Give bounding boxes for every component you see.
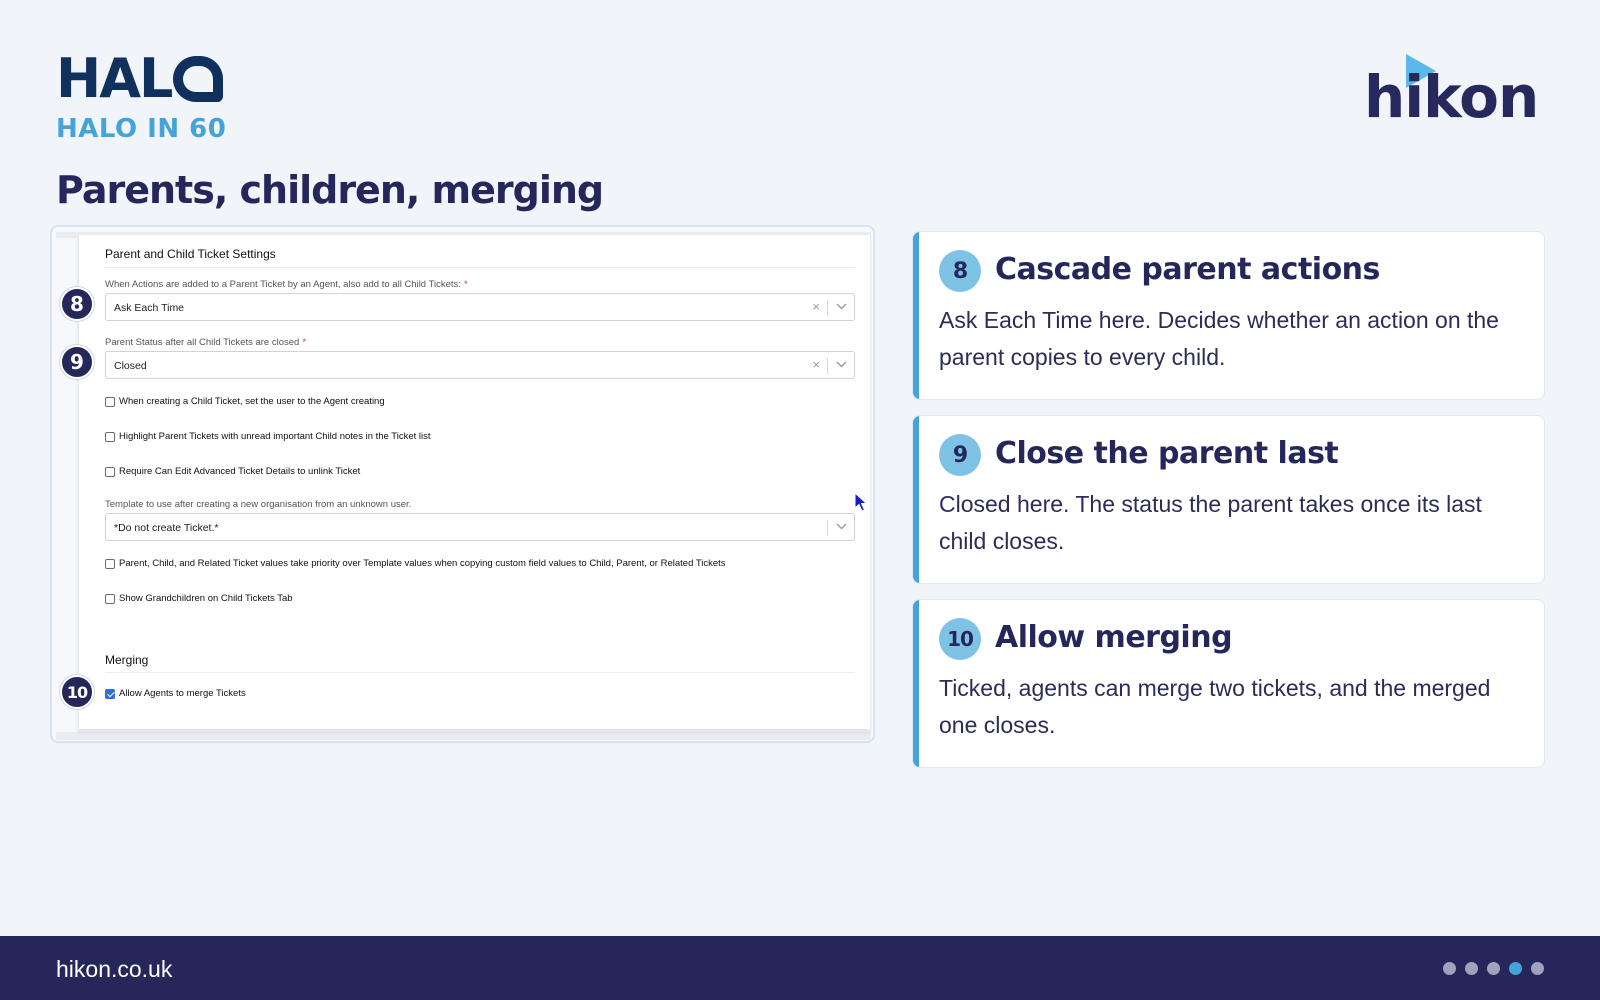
checkbox-label: Parent, Child, and Related Ticket values… bbox=[119, 558, 726, 569]
footer-bar: hikon.co.uk bbox=[0, 936, 1600, 1000]
checkbox-label: Require Can Edit Advanced Ticket Details… bbox=[119, 466, 361, 477]
callout-card-allow-merging: 10 Allow merging Ticked, agents can merg… bbox=[912, 599, 1545, 768]
pagination-dot[interactable] bbox=[1487, 962, 1500, 975]
checkbox[interactable] bbox=[105, 396, 115, 407]
step-badge-9: 9 bbox=[60, 345, 94, 379]
website-link[interactable]: hikon.co.uk bbox=[56, 956, 172, 983]
checkbox[interactable] bbox=[105, 431, 115, 442]
pagination-dot[interactable] bbox=[1443, 962, 1456, 975]
section-title-merging: Merging bbox=[105, 653, 149, 667]
settings-panel: Parent and Child Ticket Settings When Ac… bbox=[78, 235, 870, 729]
speech-bubble-icon bbox=[173, 56, 224, 102]
parent-status-label: Parent Status after all Child Tickets ar… bbox=[105, 337, 306, 348]
checkbox-row-priority[interactable]: Parent, Child, and Related Ticket values… bbox=[105, 558, 726, 569]
chevron-down-icon[interactable] bbox=[836, 361, 847, 368]
checkbox-row-require-edit[interactable]: Require Can Edit Advanced Ticket Details… bbox=[105, 466, 360, 477]
card-number-badge: 8 bbox=[939, 250, 981, 292]
clear-icon[interactable]: × bbox=[812, 357, 820, 372]
callout-card-close-parent: 9 Close the parent last Closed here. The… bbox=[912, 415, 1545, 584]
checkbox-row-grandchildren[interactable]: Show Grandchildren on Child Tickets Tab bbox=[105, 593, 293, 604]
cascade-actions-value: Ask Each Time bbox=[114, 302, 185, 314]
required-marker: * bbox=[463, 279, 468, 290]
checkbox-row-highlight[interactable]: Highlight Parent Tickets with unread imp… bbox=[105, 431, 431, 442]
pagination-dot[interactable] bbox=[1465, 962, 1478, 975]
template-label: Template to use after creating a new org… bbox=[105, 499, 412, 510]
card-title: Allow merging bbox=[995, 620, 1233, 655]
halo-subtitle: HALO IN 60 bbox=[56, 114, 227, 144]
parent-status-label-text: Parent Status after all Child Tickets ar… bbox=[105, 337, 300, 348]
section-title-parent-child: Parent and Child Ticket Settings bbox=[105, 247, 276, 261]
select-separator bbox=[827, 520, 828, 536]
hikon-wordmark: hikon bbox=[1364, 63, 1539, 131]
card-body: Ask Each Time here. Decides whether an a… bbox=[939, 307, 1499, 370]
page-title: Parents, children, merging bbox=[56, 168, 604, 212]
template-value: *Do not create Ticket.* bbox=[114, 522, 219, 534]
card-body: Closed here. The status the parent takes… bbox=[939, 491, 1482, 554]
card-accent-bar bbox=[913, 416, 919, 583]
card-title: Cascade parent actions bbox=[995, 252, 1380, 287]
step-badge-8: 8 bbox=[60, 287, 94, 321]
pagination-dot-active[interactable] bbox=[1509, 962, 1522, 975]
checkbox-label: Allow Agents to merge Tickets bbox=[119, 688, 246, 699]
parent-status-select[interactable]: Closed × bbox=[105, 351, 855, 379]
select-separator bbox=[827, 300, 828, 316]
section-divider bbox=[105, 672, 855, 673]
card-number-badge: 10 bbox=[939, 618, 981, 660]
chevron-down-icon[interactable] bbox=[836, 523, 847, 530]
card-accent-bar bbox=[913, 232, 919, 399]
template-select[interactable]: *Do not create Ticket.* bbox=[105, 513, 855, 541]
screenshot-bottom-band bbox=[56, 732, 871, 740]
mouse-pointer-icon bbox=[854, 492, 868, 512]
card-body: Ticked, agents can merge two tickets, an… bbox=[939, 675, 1491, 738]
halo-wordmark: HAL bbox=[56, 47, 226, 110]
required-marker: * bbox=[302, 337, 307, 348]
parent-status-value: Closed bbox=[114, 360, 147, 372]
card-title: Close the parent last bbox=[995, 436, 1339, 471]
checkbox-row-allow-merge[interactable]: Allow Agents to merge Tickets bbox=[105, 688, 246, 699]
section-divider bbox=[105, 267, 855, 268]
checkbox-row-user-agent[interactable]: When creating a Child Ticket, set the us… bbox=[105, 396, 385, 407]
checkbox-label: When creating a Child Ticket, set the us… bbox=[119, 396, 385, 407]
chevron-down-icon[interactable] bbox=[836, 303, 847, 310]
card-number-badge: 9 bbox=[939, 434, 981, 476]
halo-logo: HAL HALO IN 60 bbox=[56, 47, 227, 145]
checkbox-checked[interactable] bbox=[105, 688, 115, 699]
pagination-dots bbox=[1443, 962, 1544, 975]
clear-icon[interactable]: × bbox=[812, 299, 820, 314]
settings-screenshot: Parent and Child Ticket Settings When Ac… bbox=[50, 225, 875, 743]
cascade-actions-label: When Actions are added to a Parent Ticke… bbox=[105, 279, 468, 290]
cascade-actions-label-text: When Actions are added to a Parent Ticke… bbox=[105, 279, 461, 290]
select-separator bbox=[827, 358, 828, 374]
halo-wordmark-text: HAL bbox=[56, 47, 173, 110]
checkbox[interactable] bbox=[105, 466, 115, 477]
checkbox[interactable] bbox=[105, 593, 115, 604]
callout-card-cascade: 8 Cascade parent actions Ask Each Time h… bbox=[912, 231, 1545, 400]
checkbox[interactable] bbox=[105, 558, 115, 569]
step-badge-10: 10 bbox=[60, 675, 94, 709]
cascade-actions-select[interactable]: Ask Each Time × bbox=[105, 293, 855, 321]
checkbox-label: Highlight Parent Tickets with unread imp… bbox=[119, 431, 431, 442]
pagination-dot[interactable] bbox=[1531, 962, 1544, 975]
hikon-logo: hikon bbox=[1364, 54, 1544, 131]
checkbox-label: Show Grandchildren on Child Tickets Tab bbox=[119, 593, 293, 604]
card-accent-bar bbox=[913, 600, 919, 767]
